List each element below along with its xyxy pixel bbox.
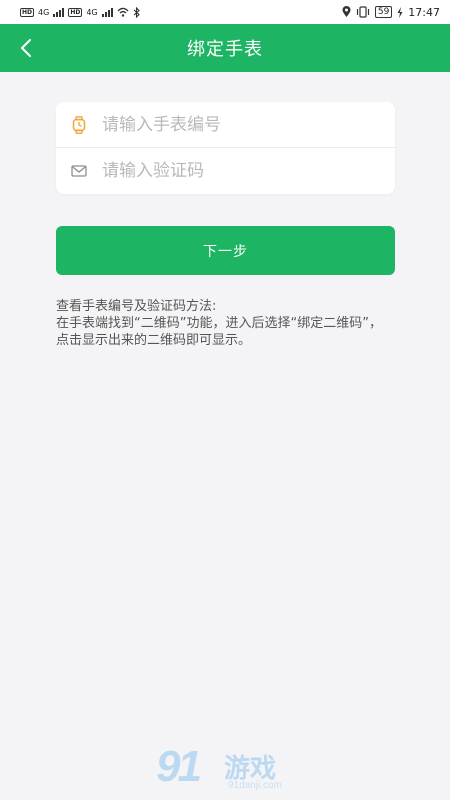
page-title: 绑定手表 bbox=[187, 39, 263, 60]
signal-icon bbox=[53, 7, 65, 17]
help-body: 在手表端找到“二维码”功能，进入后选择“绑定二维码”，点击显示出来的二维码即可显… bbox=[56, 316, 382, 348]
watermark-number: 91 bbox=[156, 742, 202, 791]
mail-icon-wrap bbox=[56, 165, 102, 177]
help-section: 查看手表编号及验证码方法: 在手表端找到“二维码”功能，进入后选择“绑定二维码”… bbox=[56, 298, 386, 349]
next-step-button[interactable]: 下一步 bbox=[56, 226, 395, 275]
charging-icon bbox=[397, 6, 403, 18]
site-watermark-logo: 91 游戏 91danji.com bbox=[156, 742, 306, 794]
envelope-icon bbox=[71, 165, 87, 177]
wifi-icon bbox=[117, 7, 129, 17]
status-left: HD 4G HD 4G bbox=[20, 6, 141, 18]
verification-code-input[interactable] bbox=[102, 161, 382, 181]
status-right: 59 17:47 bbox=[342, 6, 440, 19]
signal-icon-2 bbox=[101, 7, 113, 17]
status-time: 17:47 bbox=[408, 5, 440, 19]
location-icon bbox=[342, 6, 351, 17]
hd-icon-2: HD bbox=[68, 7, 83, 17]
bind-form bbox=[56, 102, 395, 194]
watermark-url: 91danji.com bbox=[228, 780, 282, 791]
watch-icon-wrap bbox=[56, 115, 102, 134]
network-type-2: 4G bbox=[86, 7, 98, 17]
help-title: 查看手表编号及验证码方法: bbox=[56, 299, 217, 314]
watch-number-row bbox=[56, 102, 395, 148]
bluetooth-icon bbox=[133, 6, 140, 18]
battery-indicator: 59 bbox=[374, 6, 393, 18]
watch-number-input[interactable] bbox=[102, 114, 382, 135]
verification-code-row bbox=[56, 148, 395, 194]
back-button[interactable] bbox=[12, 34, 40, 62]
hd-icon: HD bbox=[20, 7, 35, 17]
app-bar: 绑定手表 bbox=[0, 24, 450, 72]
chevron-left-icon bbox=[21, 39, 31, 57]
status-bar: HD 4G HD 4G 59 17:47 bbox=[0, 0, 450, 24]
network-type-1: 4G bbox=[38, 7, 50, 17]
watch-icon bbox=[72, 115, 86, 134]
vibrate-icon bbox=[356, 6, 369, 18]
